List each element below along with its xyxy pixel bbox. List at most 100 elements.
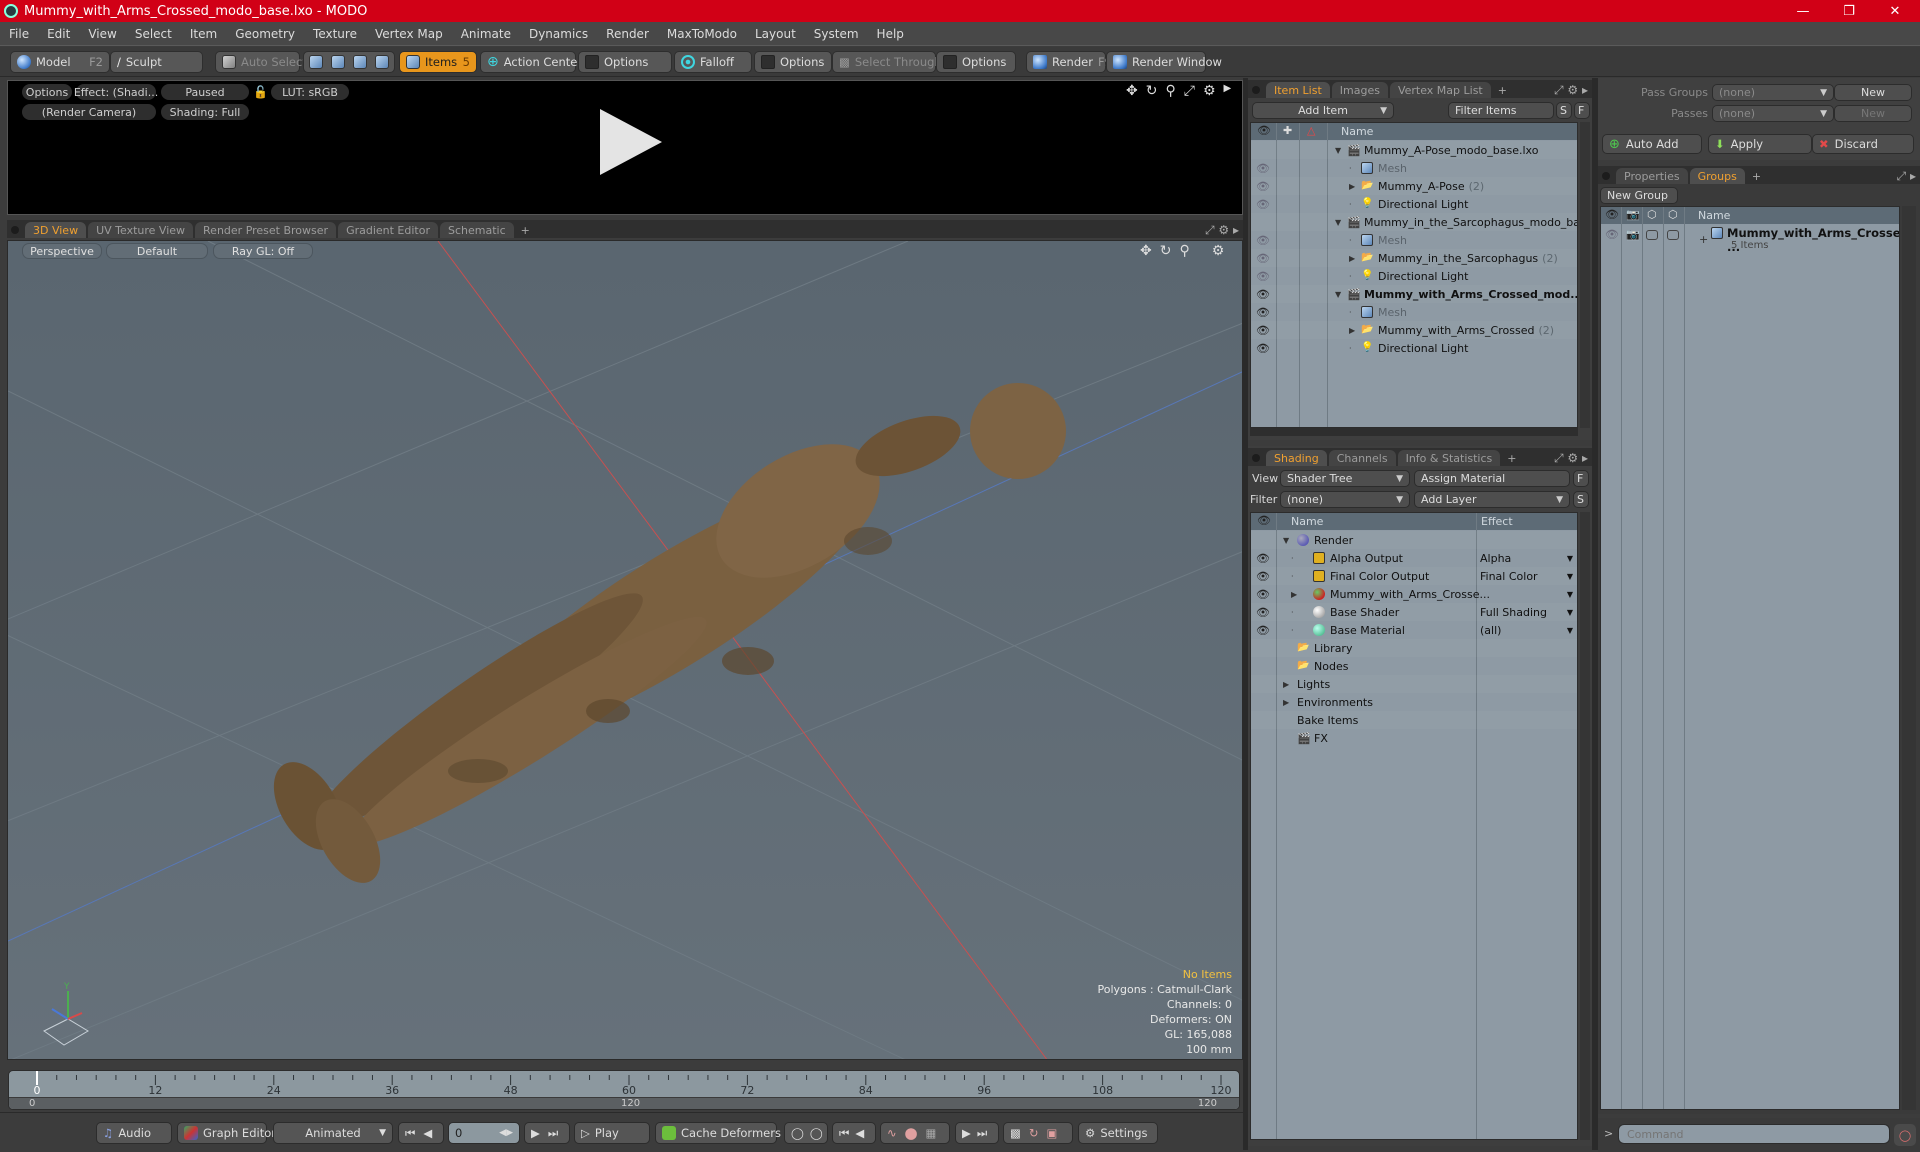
visibility-eye-icon[interactable]: 👁 bbox=[1256, 252, 1270, 265]
settings-button[interactable]: ⚙ Settings bbox=[1078, 1122, 1158, 1144]
menu-render[interactable]: Render bbox=[597, 27, 658, 41]
discard-button[interactable]: ✖ Discard bbox=[1812, 134, 1914, 154]
item-row[interactable]: 👁 · Mesh bbox=[1251, 231, 1577, 249]
camera-dropdown[interactable]: (Render Camera) bbox=[22, 104, 156, 120]
shader-row[interactable]: 📂 Nodes bbox=[1251, 657, 1577, 675]
next-keyframe-icon[interactable]: ▶ bbox=[962, 1126, 971, 1140]
key-rotate-icon[interactable]: ↻ bbox=[1029, 1126, 1039, 1140]
zoom-icon[interactable]: ⚲ bbox=[1179, 243, 1189, 259]
group-row[interactable]: 👁 📷 + Mummy_with_Arms_Crosse ... 5 Items bbox=[1601, 225, 1899, 257]
shader-row[interactable]: Bake Items bbox=[1251, 711, 1577, 729]
filter-items-input[interactable]: Filter Items bbox=[1448, 102, 1554, 119]
vertices-mode-icon[interactable] bbox=[309, 55, 323, 69]
visibility-eye-icon[interactable]: 👁 bbox=[1256, 162, 1270, 175]
effect-dropdown-icon[interactable]: ▼ bbox=[1567, 608, 1573, 617]
visibility-eye-icon[interactable]: 👁 bbox=[1256, 198, 1270, 211]
sculpt-mode-button[interactable]: ∕ Sculpt bbox=[110, 51, 203, 73]
step-back-icon[interactable]: ◀ bbox=[423, 1126, 432, 1140]
item-row[interactable]: ▼ 🎬 Mummy_A-Pose_modo_base.lxo bbox=[1251, 141, 1577, 159]
item-row[interactable]: 👁 · Mesh bbox=[1251, 159, 1577, 177]
tab-schematic[interactable]: Schematic bbox=[440, 222, 514, 238]
tab-vertex-map-list[interactable]: Vertex Map List bbox=[1389, 82, 1491, 98]
groups-vscrollbar[interactable] bbox=[1902, 206, 1916, 1110]
visibility-eye-icon[interactable]: 👁 bbox=[1256, 180, 1270, 193]
tab-images[interactable]: Images bbox=[1331, 82, 1388, 98]
shader-row[interactable]: 👁 · Base Shader Full Shading ▼ bbox=[1251, 603, 1577, 621]
pan-icon[interactable]: ✥ bbox=[1140, 243, 1152, 259]
menu-maxtomodo[interactable]: MaxToModo bbox=[658, 27, 746, 41]
falloff-options-button[interactable]: Options bbox=[754, 51, 832, 73]
projection-dropdown[interactable]: Perspective bbox=[22, 243, 102, 259]
shader-row[interactable]: ▶ Lights bbox=[1251, 675, 1577, 693]
auto-add-button[interactable]: ⊕ Auto Add bbox=[1602, 134, 1702, 154]
mummy-model[interactable] bbox=[260, 383, 1066, 894]
tab-info-statistics[interactable]: Info & Statistics bbox=[1397, 450, 1501, 466]
collapse-arrow-icon[interactable]: ▼ bbox=[1335, 146, 1347, 155]
new-group-button[interactable]: New Group bbox=[1600, 187, 1678, 204]
viewport-tab-controls[interactable]: ⤢ ⚙ ▸ bbox=[1205, 223, 1243, 238]
apply-button[interactable]: ⬇ Apply bbox=[1708, 134, 1812, 154]
menu-edit[interactable]: Edit bbox=[38, 27, 79, 41]
key-down-icon[interactable]: ◯ bbox=[810, 1126, 823, 1140]
tab-item-list[interactable]: Item List bbox=[1266, 82, 1330, 98]
name-column-header[interactable]: Name bbox=[1341, 125, 1373, 138]
expand-arrow-icon[interactable]: ▶ bbox=[1283, 698, 1295, 707]
add-layer-dropdown[interactable]: Add Layer ▼ bbox=[1414, 491, 1570, 508]
frame-stepper-icon[interactable]: ◀▶ bbox=[499, 1128, 513, 1138]
next-key-icon[interactable]: ⏭ bbox=[977, 1126, 987, 1141]
new-pass-group-button[interactable]: New bbox=[1834, 84, 1912, 101]
panel-controls[interactable]: ⤢ ⚙ ▸ bbox=[1554, 451, 1592, 466]
tab-gradient-editor[interactable]: Gradient Editor bbox=[338, 222, 438, 238]
prev-keyframe-icon[interactable]: ◀ bbox=[855, 1126, 864, 1140]
add-tab-button[interactable]: + bbox=[1747, 168, 1766, 184]
shader-row[interactable]: ▼ Render bbox=[1251, 531, 1577, 549]
tab-groups[interactable]: Groups bbox=[1689, 168, 1745, 184]
menu-select[interactable]: Select bbox=[126, 27, 181, 41]
step-forward-icon[interactable]: ▶ bbox=[531, 1126, 540, 1140]
action-center-button[interactable]: ⊕ Action Center bbox=[480, 51, 582, 73]
shading-dropdown[interactable]: Shading: Full bbox=[161, 104, 249, 120]
expand-plus-icon[interactable]: + bbox=[1699, 233, 1708, 246]
item-row[interactable]: 👁 ▶ 📂 Mummy_in_the_Sarcophagus (2) bbox=[1251, 249, 1577, 267]
group-lock-checkbox[interactable] bbox=[1646, 230, 1658, 240]
select-through-button[interactable]: ▩ Select Through bbox=[832, 51, 942, 73]
shader-row[interactable]: ▶ Environments bbox=[1251, 693, 1577, 711]
name-column-header[interactable]: Name bbox=[1291, 515, 1323, 528]
model-mode-button[interactable]: Model F2 bbox=[10, 51, 110, 73]
cache-deformers-button[interactable]: Cache Deformers bbox=[655, 1122, 781, 1144]
item-row[interactable]: 👁 · 💡 Directional Light bbox=[1251, 195, 1577, 213]
record-macro-icon[interactable]: ◯ bbox=[1894, 1124, 1916, 1146]
timeline-range-bar[interactable]: 0 120 120 bbox=[9, 1097, 1239, 1109]
filter-dropdown[interactable]: (none) ▼ bbox=[1280, 491, 1410, 508]
tab-3d-view[interactable]: 3D View bbox=[25, 222, 87, 238]
add-tab-button[interactable]: + bbox=[516, 222, 535, 238]
key-scale-icon[interactable]: ▣ bbox=[1047, 1126, 1058, 1140]
passes-dropdown[interactable]: (none) ▼ bbox=[1712, 105, 1834, 122]
s-button[interactable]: S bbox=[1573, 491, 1589, 508]
add-tab-button[interactable]: + bbox=[1493, 82, 1512, 98]
shader-row[interactable]: 👁 · Base Material (all) ▼ bbox=[1251, 621, 1577, 639]
item-list-vscrollbar[interactable] bbox=[1580, 122, 1590, 428]
expand-arrow-icon[interactable]: ▶ bbox=[1291, 590, 1303, 599]
visibility-eye-icon[interactable]: 👁 bbox=[1256, 234, 1270, 247]
shader-vscrollbar[interactable] bbox=[1580, 512, 1590, 1140]
render-preview[interactable]: Options Effect: (Shadi... Paused 🔓 LUT: … bbox=[7, 80, 1243, 215]
skip-to-end-icon[interactable]: ⏭ bbox=[548, 1126, 558, 1141]
graph-editor-button[interactable]: Graph Editor bbox=[177, 1122, 276, 1144]
menu-animate[interactable]: Animate bbox=[452, 27, 520, 41]
visibility-eye-icon[interactable]: 👁 bbox=[1256, 288, 1270, 301]
expand-arrow-icon[interactable]: ▶ bbox=[1349, 326, 1361, 335]
add-tab-button[interactable]: + bbox=[1502, 450, 1521, 466]
assign-material-button[interactable]: Assign Material bbox=[1414, 470, 1570, 487]
pass-groups-dropdown[interactable]: (none) ▼ bbox=[1712, 84, 1834, 101]
item-row[interactable]: 👁 · 💡 Directional Light bbox=[1251, 339, 1577, 357]
preview-pause-button[interactable]: Paused bbox=[161, 84, 249, 100]
lut-dropdown[interactable]: LUT: sRGB bbox=[271, 84, 349, 100]
menu-file[interactable]: File bbox=[0, 27, 38, 41]
visibility-eye-icon[interactable]: 👁 bbox=[1256, 306, 1270, 319]
3d-viewport[interactable]: Y Perspective Default Ray GL: Off ✥ ↻ ⚲ … bbox=[7, 240, 1243, 1060]
play-button[interactable]: ▷ Play bbox=[574, 1122, 650, 1144]
visibility-eye-icon[interactable]: 👁 bbox=[1256, 606, 1270, 619]
zoom-icon[interactable]: ⚲ bbox=[1165, 83, 1175, 99]
menu-help[interactable]: Help bbox=[868, 27, 913, 41]
